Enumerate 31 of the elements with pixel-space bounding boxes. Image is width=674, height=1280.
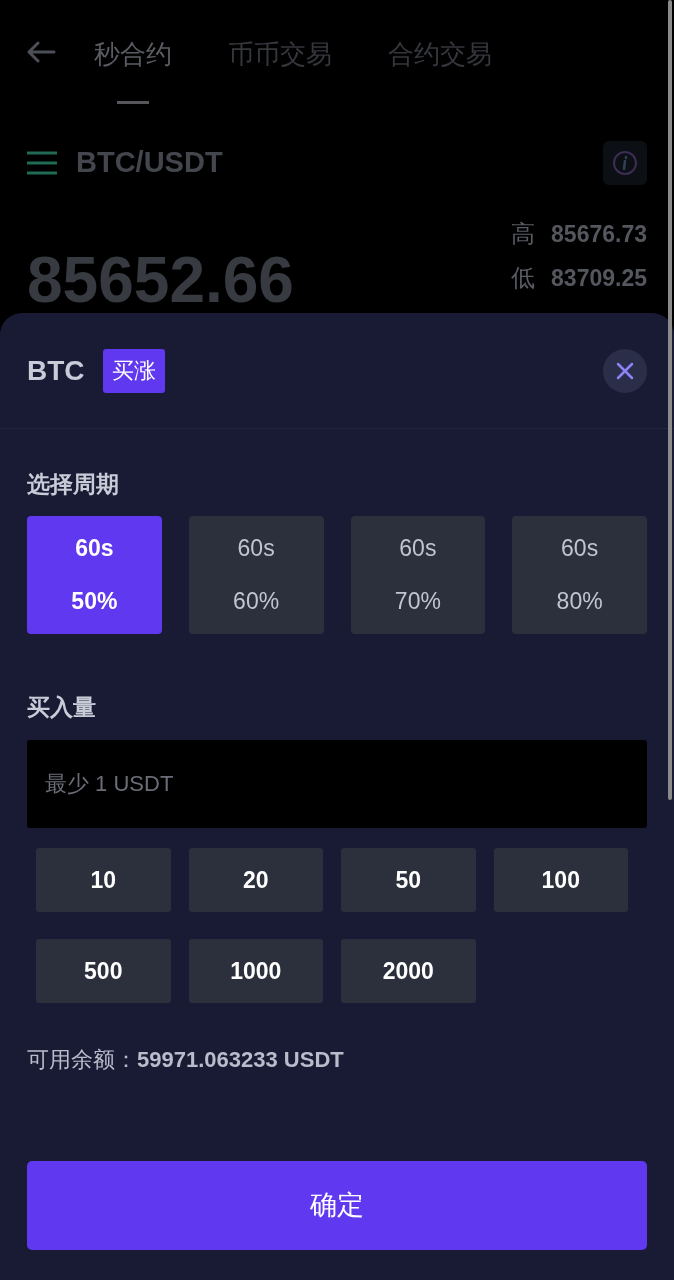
amount-option[interactable]: 1000 [188, 939, 323, 1003]
back-icon[interactable] [26, 41, 56, 63]
pair-symbol: BTC/USDT [76, 145, 223, 181]
balance-label: 可用余额： [27, 1046, 137, 1074]
amount-option[interactable]: 100 [493, 848, 628, 912]
amount-option[interactable]: 50 [341, 848, 476, 912]
amount-option[interactable]: 20 [188, 848, 323, 912]
period-option[interactable]: 60s 60% [188, 515, 324, 634]
tab-underline [117, 101, 149, 104]
asset-name: BTC [27, 353, 85, 388]
amount-option[interactable]: 10 [36, 848, 171, 912]
confirm-button[interactable]: 确定 [27, 1161, 647, 1250]
section-label: 买入量 [27, 692, 97, 722]
menu-icon[interactable] [27, 151, 57, 175]
stat-label: 高 [511, 220, 536, 248]
amount-option[interactable]: 2000 [341, 939, 476, 1003]
period-option[interactable]: 60s 80% [512, 515, 647, 634]
amount-field[interactable]: 最少 1 USDT [27, 740, 647, 828]
close-icon [616, 361, 634, 380]
close-button[interactable] [603, 348, 647, 393]
direction-tag: 买涨 [102, 348, 165, 393]
stat-value: 85676.73 [551, 220, 647, 248]
period-option[interactable]: 60s 50% [27, 515, 162, 634]
balance-value: 59971.063233 USDT [137, 1046, 344, 1074]
stat-value: 83709.25 [551, 264, 647, 292]
section-label: 选择周期 [27, 470, 120, 499]
info-icon [612, 150, 638, 176]
stat-label: 低 [511, 264, 536, 292]
period-option[interactable]: 60s 70% [350, 515, 486, 634]
price-value: 85652.66 [27, 248, 294, 312]
amount-option[interactable]: 500 [36, 939, 171, 1003]
